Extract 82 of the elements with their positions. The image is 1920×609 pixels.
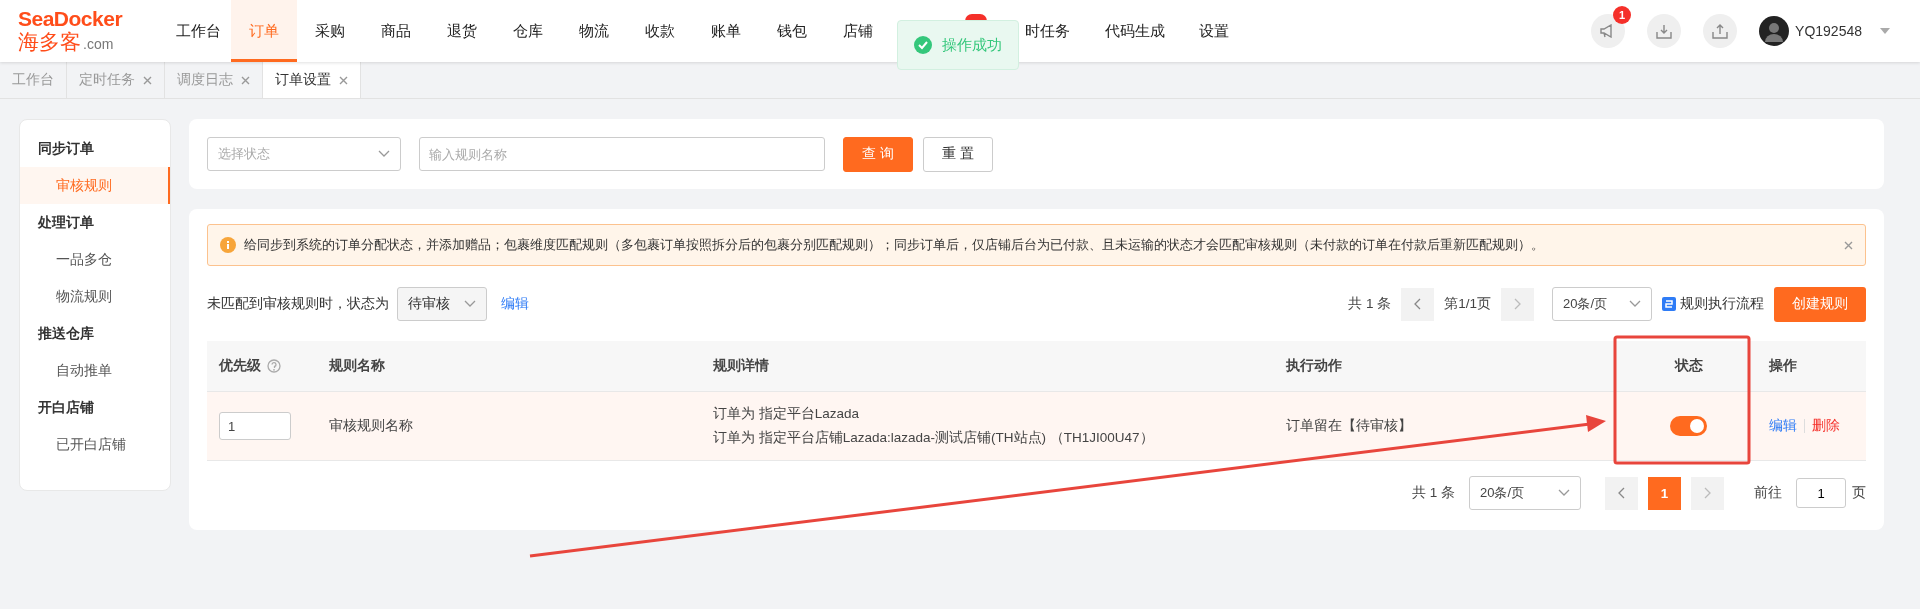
rule-detail: 订单为 指定平台Lazada	[713, 405, 860, 423]
column-header: 规则名称	[329, 357, 385, 375]
page-size-select[interactable]: 20条/页	[1469, 476, 1581, 510]
nav-item[interactable]: 工作台	[165, 0, 231, 62]
sidebar-item[interactable]: 物流规则	[20, 278, 170, 315]
next-page-button[interactable]	[1691, 476, 1724, 510]
upload-icon	[1712, 23, 1729, 39]
brand-logo: SeaDocker	[18, 8, 124, 30]
sidebar-item[interactable]: 已开白店铺	[20, 426, 170, 463]
brand-logo-chinese: 海多客	[18, 30, 81, 54]
page-tab[interactable]: 订单设置	[263, 62, 361, 98]
page-size-select[interactable]: 20条/页	[1552, 287, 1652, 321]
next-page-button[interactable]	[1501, 287, 1534, 321]
sidebar-group: 推送仓库	[20, 315, 170, 352]
nav-item[interactable]: 店铺	[825, 0, 891, 62]
logo-domain: .com	[83, 36, 114, 52]
default-status-select[interactable]: 待审核	[397, 287, 487, 321]
flow-link[interactable]: 规则执行流程	[1680, 295, 1764, 313]
page-suffix: 页	[1852, 484, 1866, 502]
notification-badge: 1	[1613, 6, 1632, 24]
nav-item[interactable]: 设置	[1181, 0, 1247, 62]
close-icon[interactable]	[339, 75, 348, 85]
caret-icon[interactable]	[1880, 28, 1890, 34]
rule-action: 订单留在【待审核】	[1286, 417, 1412, 435]
goto-label: 前往	[1754, 484, 1782, 502]
help-icon	[267, 359, 281, 373]
rule-name: 审核规则名称	[329, 417, 413, 435]
prev-page-button[interactable]	[1605, 476, 1638, 510]
goto-page-field[interactable]: 1	[1796, 478, 1846, 508]
sidebar-group: 同步订单	[20, 130, 170, 167]
edit-link[interactable]: 编辑	[1769, 417, 1797, 435]
chevron-right-icon	[1704, 487, 1711, 499]
column-header: 操作	[1769, 357, 1797, 375]
total-count: 共 1 条	[1348, 295, 1392, 313]
close-icon[interactable]	[143, 75, 152, 85]
default-status-label: 未匹配到审核规则时，状态为	[207, 295, 389, 313]
column-header: 规则详情	[713, 357, 769, 375]
rule-detail: 订单为 指定平台店铺Lazada:lazada-测试店铺(TH站点) （TH1JI00U47）	[713, 429, 1154, 447]
nav-item[interactable]: 退货	[429, 0, 495, 62]
info-icon	[220, 237, 236, 253]
chevron-down-icon	[1629, 300, 1641, 308]
priority-field[interactable]: 1	[219, 412, 291, 440]
sidebar-item[interactable]: 自动推单	[20, 352, 170, 389]
toast-text: 操作成功	[942, 35, 1002, 55]
nav-item[interactable]: 商品	[363, 0, 429, 62]
flow-icon	[1662, 297, 1676, 311]
delete-link[interactable]: 删除	[1812, 417, 1840, 435]
chevron-down-icon	[1558, 489, 1570, 497]
chevron-down-icon	[378, 150, 390, 158]
download-button[interactable]	[1647, 14, 1682, 48]
nav-item[interactable]: 仓库	[495, 0, 561, 62]
avatar[interactable]	[1759, 16, 1790, 46]
check-circle-icon	[914, 36, 932, 54]
username[interactable]: YQ192548	[1795, 23, 1862, 39]
chevron-down-icon	[464, 300, 476, 308]
nav-item[interactable]: 收款	[627, 0, 693, 62]
rule-name-field[interactable]: 输入规则名称	[419, 137, 825, 171]
sidebar-item[interactable]: 一品多仓	[20, 241, 170, 278]
nav-item[interactable]: 代码生成	[1089, 0, 1181, 62]
column-header: 优先级	[219, 357, 261, 375]
chevron-left-icon	[1414, 298, 1422, 310]
close-icon[interactable]	[1844, 240, 1853, 250]
download-icon	[1656, 23, 1673, 39]
column-header: 状态	[1674, 357, 1703, 375]
nav-item[interactable]: 采购	[297, 0, 363, 62]
edit-link[interactable]: 编辑	[501, 295, 529, 313]
column-header: 执行动作	[1286, 357, 1342, 375]
chevron-left-icon	[1618, 487, 1625, 499]
page-indicator: 第1/1页	[1444, 295, 1491, 313]
prev-page-button[interactable]	[1401, 287, 1435, 321]
nav-item[interactable]: 物流	[561, 0, 627, 62]
alert-text: 给同步到系统的订单分配状态，并添加赠品；包裹维度匹配规则（多包裹订单按照拆分后的包裹分别匹配规则）；同步订单后，仅店铺后台为已付款、且未运输的状态才会匹配审核规则（未付款的订单在付款后重新匹配规则）。	[244, 236, 1544, 254]
reset-button[interactable]: 重 置	[922, 136, 993, 172]
upload-button[interactable]	[1703, 14, 1738, 48]
nav-item[interactable]: 账单	[693, 0, 759, 62]
chevron-right-icon	[1514, 298, 1521, 310]
status-toggle[interactable]	[1670, 416, 1707, 436]
sidebar-group: 处理订单	[20, 204, 170, 241]
sidebar-group: 开白店铺	[20, 389, 170, 426]
total-count: 共 1 条	[1412, 484, 1455, 502]
nav-item[interactable]: 钱包	[759, 0, 825, 62]
close-icon[interactable]	[241, 75, 250, 85]
